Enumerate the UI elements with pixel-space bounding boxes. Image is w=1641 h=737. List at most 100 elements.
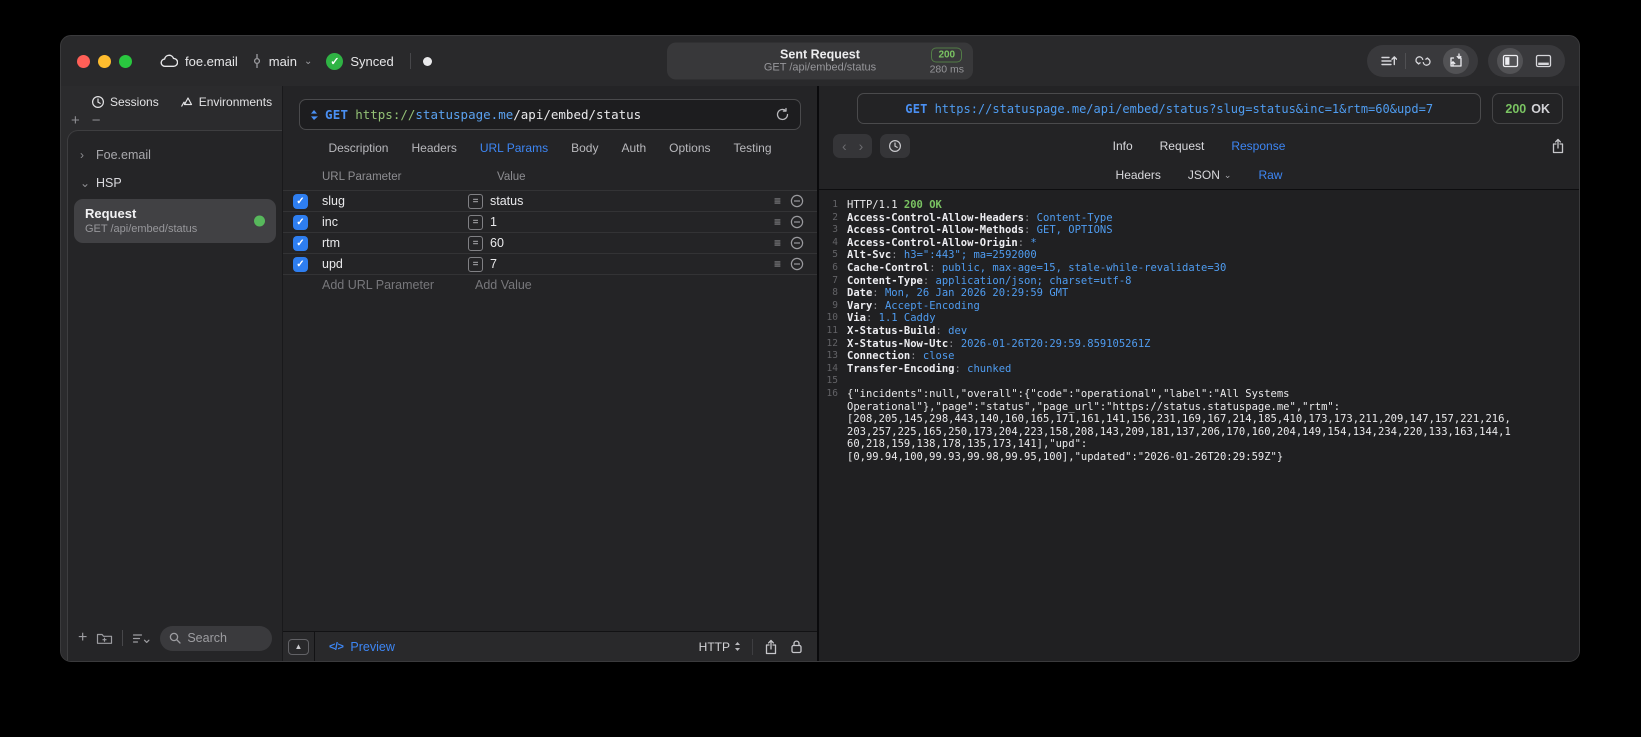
tab-body[interactable]: Body: [571, 141, 598, 155]
method-stepper-icon[interactable]: [310, 109, 318, 121]
param-checkbox[interactable]: ✓: [293, 193, 308, 209]
param-value[interactable]: 1: [490, 215, 774, 229]
new-folder-button[interactable]: [96, 631, 113, 645]
drag-handle-icon[interactable]: ≡: [774, 257, 781, 271]
tab-description[interactable]: Description: [328, 141, 388, 155]
response-body[interactable]: 1 HTTP/1.1 200 OK 2 Access-Control-Allow-He…: [819, 189, 1579, 661]
line-segment: Operational"},"page":"status","page_url"…: [847, 400, 1341, 413]
tab-headers[interactable]: Headers: [411, 141, 456, 155]
minimize-window-button[interactable]: [98, 54, 111, 68]
protocol-selector[interactable]: HTTP: [699, 640, 741, 654]
collapse-panel-button[interactable]: ▲: [288, 638, 309, 655]
export-response-button[interactable]: [1551, 138, 1565, 154]
tab-sessions[interactable]: Sessions: [91, 95, 159, 109]
sync-branches-button[interactable]: [1406, 45, 1439, 77]
param-checkbox[interactable]: ✓: [293, 235, 308, 251]
line-content: Access-Control-Allow-Headers: Content-Ty…: [847, 212, 1113, 225]
add-url-parameter-placeholder[interactable]: Add URL Parameter: [293, 278, 475, 292]
remove-param-button[interactable]: [790, 257, 804, 271]
close-window-button[interactable]: [77, 54, 90, 68]
line-segment: :: [910, 350, 923, 363]
import-export-button[interactable]: [1443, 48, 1469, 74]
response-line: 8 Date: Mon, 26 Jan 2026 20:29:59 GMT: [819, 287, 1571, 300]
param-checkbox[interactable]: ✓: [293, 214, 308, 230]
param-value[interactable]: status: [490, 194, 774, 208]
tree-group-foe.email[interactable]: › Foe.email: [68, 141, 282, 169]
tab-auth[interactable]: Auth: [621, 141, 646, 155]
line-segment: Content-Type: [847, 274, 923, 287]
subtab-json[interactable]: JSON ⌄: [1188, 168, 1232, 182]
branch-switcher[interactable]: main ⌄: [252, 53, 312, 69]
add-value-placeholder[interactable]: Add Value: [475, 278, 804, 292]
sidebar-item-request[interactable]: Request GET /api/embed/status: [74, 199, 276, 243]
line-content: Connection: close: [847, 350, 954, 363]
toggle-bottom-panel-button[interactable]: [1527, 45, 1560, 77]
tab-info[interactable]: Info: [1113, 139, 1133, 153]
tab-testing[interactable]: Testing: [734, 141, 772, 155]
param-name[interactable]: upd: [322, 257, 468, 271]
tab-environments[interactable]: Environments: [179, 95, 272, 109]
drag-handle-icon[interactable]: ≡: [774, 236, 781, 250]
remove-param-button[interactable]: [790, 215, 804, 229]
line-content: Content-Type: application/json; charset=…: [847, 275, 1131, 288]
param-name[interactable]: inc: [322, 215, 468, 229]
tab-url-params[interactable]: URL Params: [480, 141, 548, 155]
remove-param-button[interactable]: [790, 236, 804, 250]
tab-response[interactable]: Response: [1231, 139, 1285, 153]
sync-status[interactable]: ✓ Synced: [326, 52, 394, 70]
line-segment: :: [1024, 211, 1037, 224]
line-content: Alt-Svc: h3=":443"; ma=2592000: [847, 249, 1037, 262]
param-checkbox[interactable]: ✓: [293, 256, 308, 272]
request-method[interactable]: GET: [325, 107, 348, 122]
request-url[interactable]: https://statuspage.me/api/embed/status: [355, 107, 641, 122]
drag-handle-icon[interactable]: ≡: [774, 194, 781, 208]
lock-button[interactable]: [790, 639, 817, 654]
tab-environments-label: Environments: [198, 95, 273, 109]
param-name[interactable]: slug: [322, 194, 468, 208]
sent-request-title: Sent Request: [780, 47, 860, 62]
back-button[interactable]: ‹: [842, 138, 847, 154]
titlebar: foe.email main ⌄ ✓ Synced Sent Request G…: [61, 36, 1579, 86]
share-button[interactable]: [764, 639, 790, 655]
param-name[interactable]: rtm: [322, 236, 468, 250]
sent-url-pill[interactable]: GET https://statuspage.me/api/embed/stat…: [857, 93, 1482, 124]
subtab-raw[interactable]: Raw: [1258, 168, 1282, 182]
send-request-button[interactable]: [775, 107, 790, 122]
sort-filter-button[interactable]: [132, 632, 151, 645]
branch-icon: [252, 53, 262, 69]
line-segment: :: [872, 299, 885, 312]
response-line: 2 Access-Control-Allow-Headers: Content-T…: [819, 212, 1571, 225]
forward-button[interactable]: ›: [859, 138, 864, 154]
url-params-editor: URL Parameter Value ✓ slug = status ≡ ✓ inc = 1 ≡…: [283, 166, 817, 631]
request-list-button[interactable]: [1372, 45, 1405, 77]
tree-group-hsp[interactable]: ⌄ HSP: [68, 169, 282, 197]
add-request-button[interactable]: +: [78, 630, 87, 646]
sent-request-summary[interactable]: Sent Request GET /api/embed/status 200 2…: [667, 42, 973, 80]
subtab-headers[interactable]: Headers: [1116, 168, 1161, 182]
sidebar: Sessions Environments + − › Foe.email ⌄ HSP…: [61, 86, 282, 661]
remove-session-button[interactable]: −: [92, 113, 101, 128]
line-segment: 2026-01-26T20:29:59.859105261Z: [960, 337, 1151, 350]
zoom-window-button[interactable]: [119, 54, 132, 68]
toolbar-divider: [122, 630, 124, 646]
tab-request[interactable]: Request: [1160, 139, 1205, 153]
response-line: Operational"},"page":"status","page_url"…: [819, 401, 1571, 414]
add-param-row[interactable]: Add URL Parameter Add Value: [283, 274, 817, 295]
traffic-lights: [77, 54, 132, 68]
project-switcher[interactable]: foe.email: [160, 54, 238, 69]
param-row-rtm: ✓ rtm = 60 ≡: [283, 232, 817, 253]
param-value[interactable]: 7: [490, 257, 774, 271]
cloud-icon: [160, 54, 178, 68]
tab-options[interactable]: Options: [669, 141, 710, 155]
remove-param-button[interactable]: [790, 194, 804, 208]
param-value[interactable]: 60: [490, 236, 774, 250]
request-url-bar[interactable]: GET https://statuspage.me/api/embed/stat…: [299, 99, 801, 130]
preview-button[interactable]: </> Preview: [315, 640, 409, 654]
line-segment: [0,99.94,100,99.93,99.98,99.95,100],"upd…: [847, 450, 1284, 463]
search-input[interactable]: Search: [160, 625, 272, 651]
history-button[interactable]: [880, 134, 911, 158]
drag-handle-icon[interactable]: ≡: [774, 215, 781, 229]
add-session-button[interactable]: +: [71, 113, 80, 128]
equals-icon: =: [468, 235, 483, 251]
toggle-sidebar-button[interactable]: [1497, 48, 1523, 74]
